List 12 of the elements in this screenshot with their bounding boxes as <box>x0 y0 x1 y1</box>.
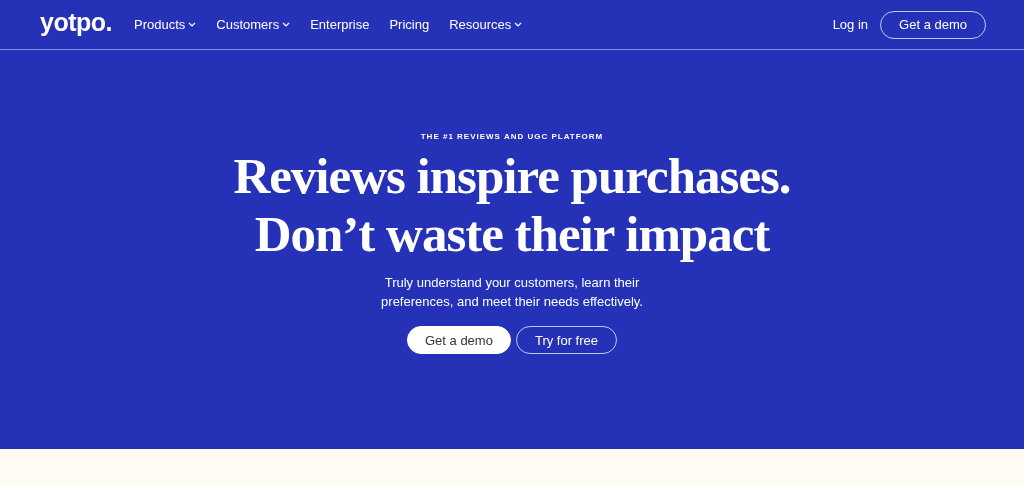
nav-link[interactable]: Customers <box>216 17 291 32</box>
eyebrow-text: THE #1 REVIEWS AND UGC PLATFORM <box>420 132 604 141</box>
headline: Don’t waste their impact <box>253 205 771 263</box>
nav-link[interactable]: Pricing <box>389 17 430 32</box>
subtitle: Truly understand your customers, learn their preferences, and meet their needs effectively. <box>380 274 644 311</box>
login-link[interactable]: Log in <box>832 17 869 32</box>
headline: Reviews inspire purchases. <box>233 147 791 205</box>
logo[interactable]: yotpo. <box>40 8 112 37</box>
nav-link[interactable]: Enterprise <box>310 17 370 32</box>
demo-button[interactable]: Get a demo <box>407 326 511 354</box>
nav-link[interactable]: Products <box>134 17 197 32</box>
nav-link[interactable]: Resources <box>449 17 523 32</box>
